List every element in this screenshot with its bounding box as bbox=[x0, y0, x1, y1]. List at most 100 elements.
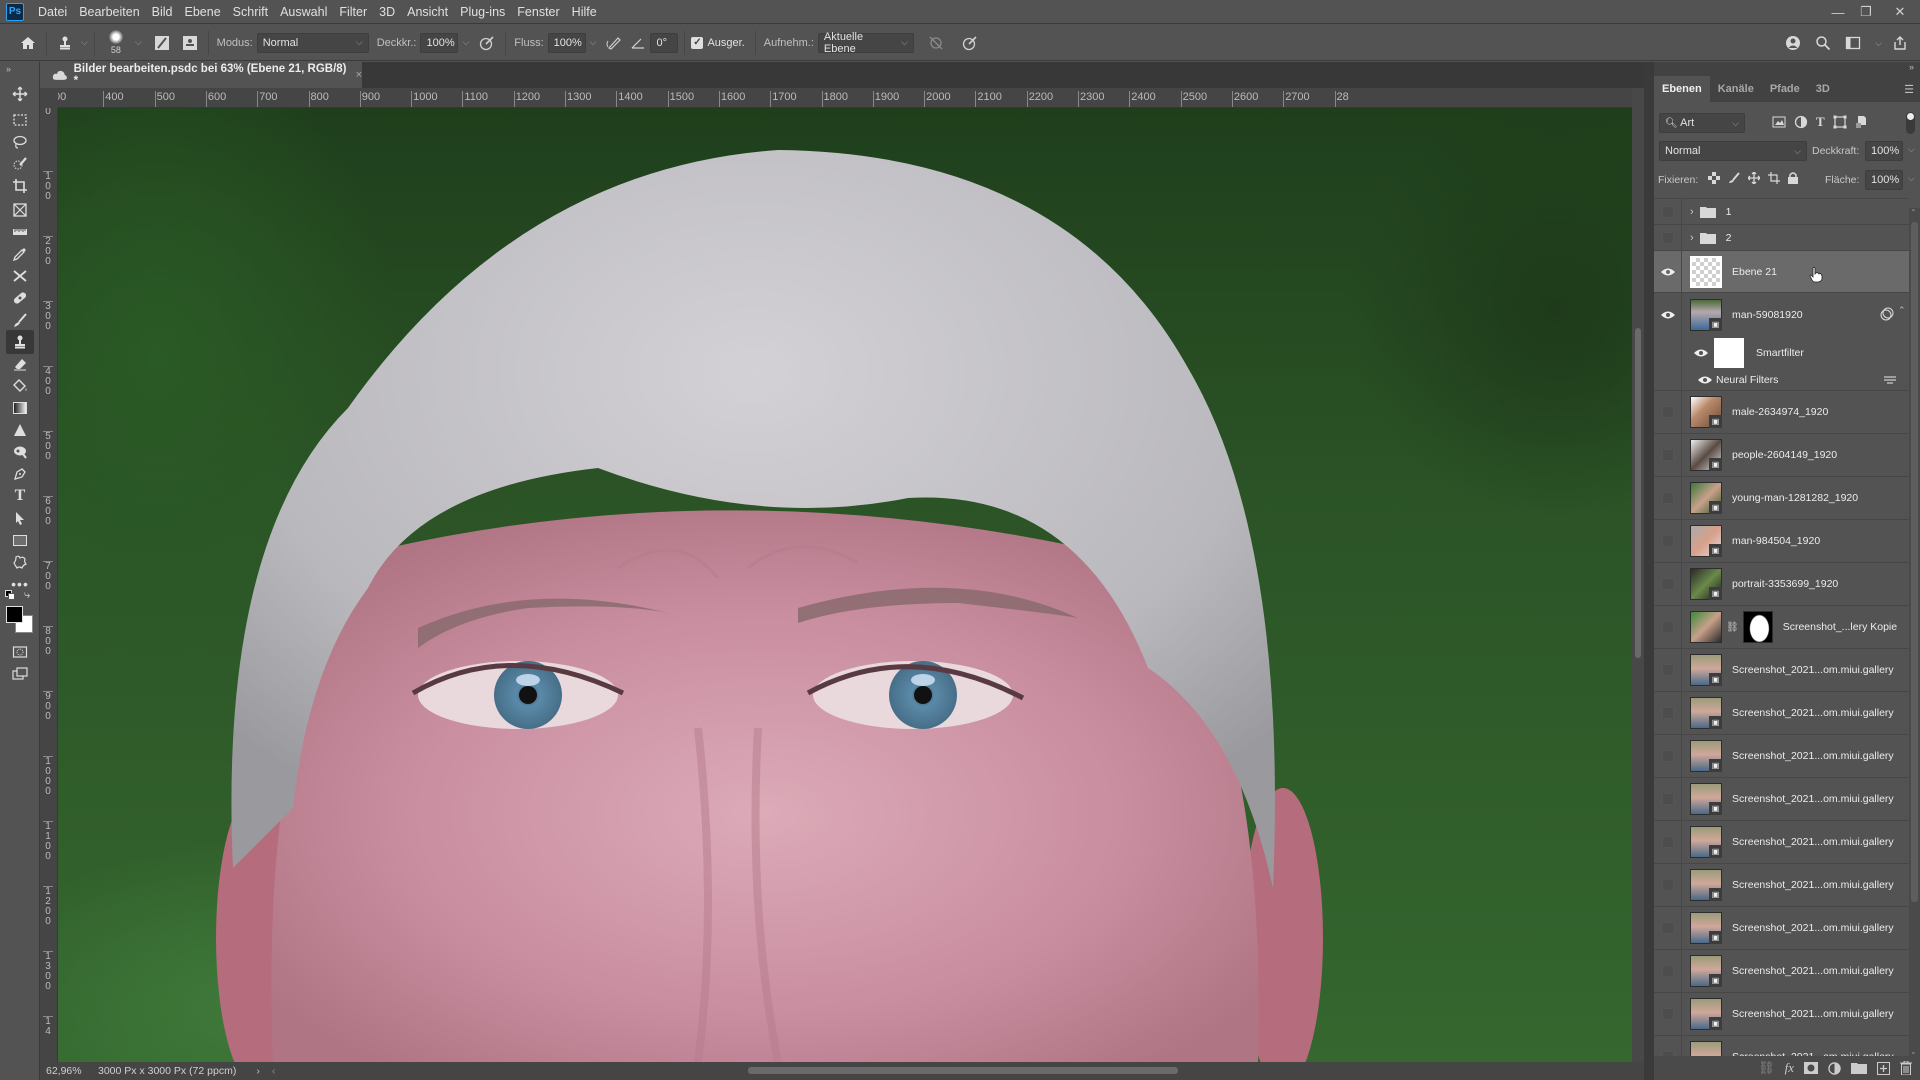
filter-adjustment-icon[interactable] bbox=[1794, 115, 1808, 129]
tab-ebenen[interactable]: Ebenen bbox=[1654, 76, 1710, 102]
layer-group-row[interactable]: › 2 bbox=[1654, 224, 1909, 251]
pressure-opacity-button[interactable] bbox=[475, 31, 499, 55]
fluss-input[interactable]: 100% bbox=[547, 32, 586, 53]
minimize-button[interactable]: — bbox=[1824, 0, 1852, 24]
dodge-tool[interactable] bbox=[6, 440, 34, 464]
layer-mask-thumbnail[interactable] bbox=[1742, 611, 1773, 643]
gradient-tool[interactable] bbox=[6, 396, 34, 420]
layer-filter-select[interactable]: 🔍︎ Art ⌵ bbox=[1659, 113, 1745, 133]
share-button[interactable] bbox=[1888, 31, 1912, 55]
vertical-ruler[interactable]: 0 1 0 0 2 0 0 3 0 0 4 0 0 5 0 0 6 0 0 7 0 0 8 0 … bbox=[40, 108, 58, 1062]
visibility-toggle[interactable] bbox=[1654, 293, 1682, 337]
opacity-input[interactable]: 100% bbox=[1865, 141, 1903, 161]
layer-row[interactable]: ▣Screenshot_2021...om.miui.gallery bbox=[1654, 734, 1909, 778]
layer-row[interactable]: ▣ young-man-1281282_1920 bbox=[1654, 476, 1909, 520]
deckkraft-input[interactable]: 100% bbox=[420, 32, 459, 53]
mask-link-icon[interactable]: ⛓︎ bbox=[1726, 622, 1739, 633]
brush-preset-picker[interactable]: 58 bbox=[101, 26, 131, 60]
menu-3d[interactable]: 3D bbox=[373, 0, 401, 24]
visibility-toggle[interactable] bbox=[1654, 199, 1682, 225]
pen-tool[interactable] bbox=[6, 462, 34, 486]
layer-row[interactable]: ▣ man-984504_1920 bbox=[1654, 519, 1909, 563]
delete-layer-icon[interactable] bbox=[1900, 1061, 1912, 1075]
visibility-toggle[interactable] bbox=[1654, 863, 1682, 907]
workspace-button[interactable] bbox=[1841, 31, 1865, 55]
close-button[interactable]: ✕ bbox=[1880, 0, 1920, 24]
visibility-toggle[interactable] bbox=[1654, 519, 1682, 563]
canvas-vertical-scrollbar[interactable] bbox=[1632, 88, 1644, 1062]
canvas-area[interactable] bbox=[58, 108, 1632, 1062]
eye-icon[interactable] bbox=[1694, 348, 1708, 358]
layer-row[interactable]: ▣Screenshot_2021...om.miui.gallery bbox=[1654, 1035, 1909, 1056]
layer-row[interactable]: ▣Screenshot_2021...om.miui.gallery bbox=[1654, 863, 1909, 907]
search-button[interactable] bbox=[1811, 31, 1835, 55]
rectangle-tool[interactable] bbox=[6, 528, 34, 552]
visibility-toggle[interactable] bbox=[1654, 992, 1682, 1036]
brush-settings-button[interactable] bbox=[150, 31, 174, 55]
menu-ansicht[interactable]: Ansicht bbox=[401, 0, 454, 24]
visibility-toggle[interactable] bbox=[1654, 691, 1682, 735]
visibility-toggle[interactable] bbox=[1654, 390, 1682, 434]
paint-bucket-tool[interactable] bbox=[6, 374, 34, 398]
ignore-adjustment-layers-button[interactable] bbox=[924, 31, 948, 55]
visibility-toggle[interactable] bbox=[1654, 433, 1682, 477]
path-selection-tool[interactable] bbox=[6, 506, 34, 530]
visibility-toggle[interactable] bbox=[1654, 777, 1682, 821]
chevron-right-icon[interactable]: › bbox=[1690, 206, 1694, 218]
lock-all-icon[interactable] bbox=[1788, 172, 1798, 184]
filter-shape-icon[interactable] bbox=[1833, 115, 1847, 129]
document-tab[interactable]: Bilder bearbeiten.psdc bei 63% (Ebene 21… bbox=[44, 62, 362, 88]
collapse-toolbar-icon[interactable]: » bbox=[6, 64, 11, 74]
menu-ebene[interactable]: Ebene bbox=[179, 0, 227, 24]
menu-schrift[interactable]: Schrift bbox=[227, 0, 274, 24]
layer-group-row[interactable]: › 1 bbox=[1654, 199, 1909, 225]
menu-bearbeiten[interactable]: Bearbeiten bbox=[73, 0, 145, 24]
chevron-down-icon[interactable]: ⌵ bbox=[81, 37, 88, 48]
visibility-toggle[interactable] bbox=[1654, 906, 1682, 950]
layer-row-selected[interactable]: Ebene 21 bbox=[1654, 250, 1909, 293]
scroll-up-icon[interactable]: ⌃ bbox=[1910, 208, 1917, 217]
layer-row[interactable]: ▣ people-2604149_1920 bbox=[1654, 433, 1909, 477]
layer-row[interactable]: ▣ male-2634974_1920 bbox=[1654, 390, 1909, 434]
ausgerichtet-checkbox[interactable]: ✓ bbox=[691, 36, 704, 49]
new-group-icon[interactable] bbox=[1851, 1062, 1867, 1074]
status-menu-arrow[interactable]: › bbox=[256, 1065, 260, 1077]
layer-row-smart-object[interactable]: ▣ man-59081920 ⌃ bbox=[1654, 293, 1909, 337]
layer-row[interactable]: ▣Screenshot_2021...om.miui.gallery bbox=[1654, 992, 1909, 1036]
foreground-color-swatch[interactable] bbox=[6, 606, 23, 623]
quick-mask-button[interactable] bbox=[6, 640, 34, 664]
lock-position-icon[interactable] bbox=[1748, 172, 1760, 184]
filter-blending-options-icon[interactable] bbox=[1884, 375, 1896, 385]
tool-preset-picker[interactable] bbox=[53, 31, 77, 55]
layer-row[interactable]: ▣ portrait-3353699_1920 bbox=[1654, 562, 1909, 606]
frame-tool[interactable] bbox=[6, 198, 34, 222]
filter-toggle[interactable] bbox=[1906, 112, 1915, 134]
canvas-horizontal-scrollbar[interactable] bbox=[748, 1067, 1178, 1074]
clone-stamp-tool[interactable] bbox=[6, 330, 34, 354]
smart-filter-row[interactable]: Smartfilter bbox=[1654, 337, 1909, 369]
filter-type-icon[interactable]: T bbox=[1816, 114, 1825, 130]
lock-image-pixels-icon[interactable] bbox=[1728, 172, 1740, 184]
clone-source-button[interactable] bbox=[178, 31, 202, 55]
scroll-left-arrow[interactable]: ‹ bbox=[272, 1065, 276, 1077]
menu-bild[interactable]: Bild bbox=[146, 0, 179, 24]
tab-pfade[interactable]: Pfade bbox=[1762, 76, 1808, 102]
crop-tool[interactable] bbox=[6, 174, 34, 198]
tab-3d[interactable]: 3D bbox=[1808, 76, 1838, 102]
new-layer-icon[interactable] bbox=[1877, 1061, 1890, 1075]
fx-icon[interactable]: fx bbox=[1785, 1060, 1794, 1076]
layers-scrollbar[interactable]: ⌃ ⌄ bbox=[1909, 208, 1920, 1056]
filter-smart-object-icon[interactable] bbox=[1855, 115, 1867, 129]
link-layers-icon[interactable]: ⛓︎ bbox=[1758, 1060, 1775, 1076]
share-user-button[interactable] bbox=[1781, 31, 1805, 55]
pressure-size-button[interactable] bbox=[958, 31, 982, 55]
menu-plugins[interactable]: Plug-ins bbox=[454, 0, 511, 24]
default-colors-icon[interactable] bbox=[5, 590, 15, 600]
modus-select[interactable]: Normal ⌵ bbox=[256, 32, 369, 53]
filter-pixel-icon[interactable] bbox=[1772, 116, 1786, 128]
custom-shape-tool[interactable] bbox=[6, 550, 34, 574]
visibility-toggle[interactable] bbox=[1654, 562, 1682, 606]
deckkraft-dropdown[interactable]: ⌵ bbox=[462, 37, 469, 48]
visibility-toggle[interactable] bbox=[1654, 949, 1682, 993]
ruler-tool[interactable] bbox=[6, 220, 34, 244]
